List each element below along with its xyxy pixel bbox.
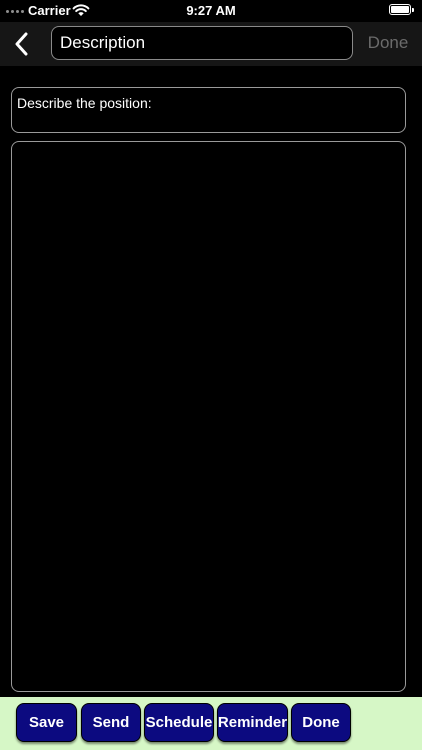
position-prompt-label: Describe the position:: [17, 95, 152, 111]
status-time: 9:27 AM: [186, 3, 236, 18]
chevron-left-icon: [15, 32, 28, 56]
save-button[interactable]: Save: [16, 703, 77, 742]
done-button[interactable]: Done: [291, 703, 351, 742]
done-nav-button[interactable]: Done: [358, 26, 418, 60]
status-bar: Carrier 9:27 AM: [0, 0, 422, 22]
back-button[interactable]: [6, 28, 36, 60]
battery-icon: [389, 4, 414, 15]
title-field[interactable]: Description: [51, 26, 353, 60]
schedule-button[interactable]: Schedule: [144, 703, 214, 742]
position-prompt-box: Describe the position:: [11, 87, 406, 133]
navigation-bar: Description Done: [0, 22, 422, 66]
screen: Carrier 9:27 AM Description Done Describ…: [0, 0, 422, 750]
reminder-button[interactable]: Reminder: [217, 703, 288, 742]
description-textarea[interactable]: [11, 141, 406, 692]
bottom-toolbar: Save Send Schedule Reminder Done: [0, 697, 422, 750]
send-button[interactable]: Send: [81, 703, 141, 742]
